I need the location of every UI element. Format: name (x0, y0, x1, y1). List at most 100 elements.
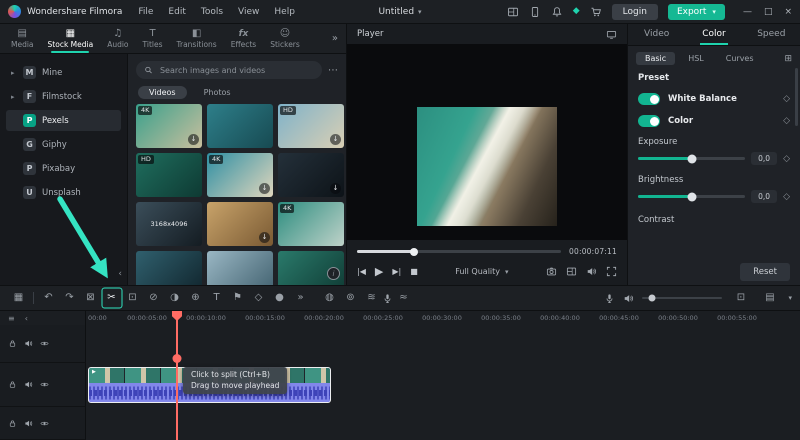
search-input[interactable] (157, 64, 314, 76)
menu-tools[interactable]: Tools (201, 7, 223, 17)
mask-icon[interactable]: ◍ (319, 293, 340, 303)
display-settings-icon[interactable] (566, 266, 577, 277)
mute-track-icon[interactable] (24, 419, 33, 428)
video-thumbnail[interactable] (207, 251, 273, 285)
record-icon[interactable]: ● (269, 293, 290, 303)
tab-media[interactable]: ▤ Media (4, 24, 41, 53)
marker-icon[interactable]: ⚑ (227, 293, 248, 303)
notification-bell-icon[interactable] (551, 6, 563, 18)
video-thumbnail[interactable]: ↓ (278, 153, 344, 197)
playhead[interactable] (176, 311, 178, 440)
subtab-curves[interactable]: Curves (717, 52, 763, 65)
fit-timeline-icon[interactable]: ⊡ (730, 293, 751, 303)
tab-stock-media[interactable]: ▦ Stock Media (41, 24, 101, 53)
crop-icon[interactable]: ⊡ (122, 293, 143, 303)
lock-track-icon[interactable] (8, 380, 17, 389)
sidebar-item-mine[interactable]: ▸ M Mine (6, 62, 121, 83)
download-icon[interactable]: ↓ (259, 183, 270, 194)
previous-frame-button[interactable]: |◀ (357, 267, 366, 276)
keyframe-diamond-icon[interactable]: ◇ (783, 116, 790, 126)
tab-stickers[interactable]: ☺ Stickers (263, 24, 307, 53)
export-button[interactable]: Export ▾ (667, 3, 725, 20)
tab-videos[interactable]: Videos (138, 86, 187, 99)
sidebar-item-filmstock[interactable]: ▸ F Filmstock (6, 86, 121, 107)
scrollbar[interactable] (795, 68, 798, 126)
layout-switch-icon[interactable] (507, 6, 519, 18)
manage-tracks-icon[interactable]: ≡ (8, 314, 15, 323)
store-cart-icon[interactable] (590, 6, 602, 18)
track-manager-icon[interactable]: ▤ (759, 293, 780, 303)
video-thumbnail[interactable]: ↓ (207, 202, 273, 246)
collapse-sidebar-icon[interactable]: ‹ (118, 269, 122, 279)
minimize-button[interactable]: — (743, 7, 752, 17)
next-frame-button[interactable]: ▶| (392, 267, 401, 276)
seek-bar[interactable] (357, 247, 562, 256)
detach-player-icon[interactable] (606, 29, 617, 40)
hide-track-icon[interactable] (40, 339, 49, 348)
tab-transitions[interactable]: ◧ Transitions (170, 24, 224, 53)
tab-effects[interactable]: fx Effects (224, 24, 264, 53)
track-volume-icon[interactable] (623, 293, 634, 304)
tab-audio[interactable]: ♫ Audio (100, 24, 135, 53)
more-panels-icon[interactable]: » (328, 33, 342, 44)
playhead-drag-dot[interactable] (172, 354, 182, 363)
maximize-button[interactable]: □ (764, 7, 773, 17)
download-icon[interactable]: ↓ (259, 232, 270, 243)
tab-video[interactable]: Video (628, 24, 685, 45)
track-lane[interactable] (86, 325, 800, 364)
undo-icon[interactable]: ↶ (38, 293, 59, 303)
keyframe-diamond-icon[interactable]: ◇ (783, 154, 790, 164)
download-icon[interactable]: ↓ (330, 134, 341, 145)
video-thumbnail[interactable] (207, 104, 273, 148)
menu-edit[interactable]: Edit (168, 7, 185, 17)
tab-titles[interactable]: T Titles (136, 24, 170, 53)
sidebar-item-pixabay[interactable]: P Pixabay (6, 158, 121, 179)
sidebar-item-unsplash[interactable]: U Unsplash (6, 182, 121, 203)
download-icon[interactable]: ↓ (330, 183, 341, 194)
video-thumbnail[interactable]: 4K ↓ (207, 153, 273, 197)
keyframe-diamond-icon[interactable]: ◇ (783, 192, 790, 202)
hide-track-icon[interactable] (40, 380, 49, 389)
media-view-icon[interactable]: ▦ (8, 293, 29, 303)
upgrade-gem-icon[interactable]: ◆ (573, 7, 580, 16)
timeline-zoom-thumb[interactable] (648, 294, 656, 302)
chevron-down-icon[interactable]: ▾ (788, 294, 792, 302)
stop-button[interactable]: ■ (410, 267, 418, 276)
delete-icon[interactable]: ⊠ (80, 293, 101, 303)
track-lane[interactable] (86, 407, 800, 440)
video-thumbnail[interactable]: 4K (278, 202, 344, 246)
mute-track-icon[interactable] (24, 339, 33, 348)
keyframe-diamond-icon[interactable]: ◇ (783, 94, 790, 104)
sidebar-item-pexels[interactable]: P Pexels (6, 110, 121, 131)
hide-track-icon[interactable] (40, 419, 49, 428)
exposure-value[interactable]: 0,0 (751, 152, 778, 165)
more-tools-icon[interactable]: » (290, 293, 311, 303)
audio-stretch-icon[interactable]: ≈ (393, 293, 414, 303)
collapse-tracks-icon[interactable]: ‹ (25, 314, 28, 323)
video-thumbnail[interactable] (136, 251, 202, 285)
motion-tracking-icon[interactable]: ⊚ (340, 293, 361, 303)
snapshot-camera-icon[interactable] (546, 266, 557, 277)
menu-file[interactable]: File (138, 7, 153, 17)
keyframe-icon[interactable]: ◇ (248, 293, 269, 303)
tab-speed[interactable]: Speed (743, 24, 800, 45)
menu-view[interactable]: View (238, 7, 259, 17)
video-thumbnail[interactable]: 4K ↓ (136, 104, 202, 148)
menu-help[interactable]: Help (274, 7, 295, 17)
save-preset-icon[interactable]: ⊞ (784, 54, 792, 64)
quality-selector[interactable]: Full Quality ▾ (455, 267, 508, 276)
exposure-slider-thumb[interactable] (687, 154, 697, 163)
speed-ramping-icon[interactable]: ⊘ (143, 293, 164, 303)
subtab-basic[interactable]: Basic (636, 52, 676, 65)
green-screen-icon[interactable]: ⊕ (185, 293, 206, 303)
voiceover-icon[interactable] (382, 293, 393, 304)
split-icon[interactable]: ✂ (101, 293, 122, 303)
video-thumbnail[interactable]: HD (136, 153, 202, 197)
text-tool-icon[interactable]: T (206, 293, 227, 303)
play-button[interactable]: ▶ (375, 265, 383, 278)
redo-icon[interactable]: ↷ (59, 293, 80, 303)
brightness-value[interactable]: 0,0 (751, 190, 778, 203)
chevron-down-icon[interactable]: ▾ (418, 8, 422, 16)
lock-track-icon[interactable] (8, 419, 17, 428)
brightness-slider[interactable] (638, 192, 746, 201)
